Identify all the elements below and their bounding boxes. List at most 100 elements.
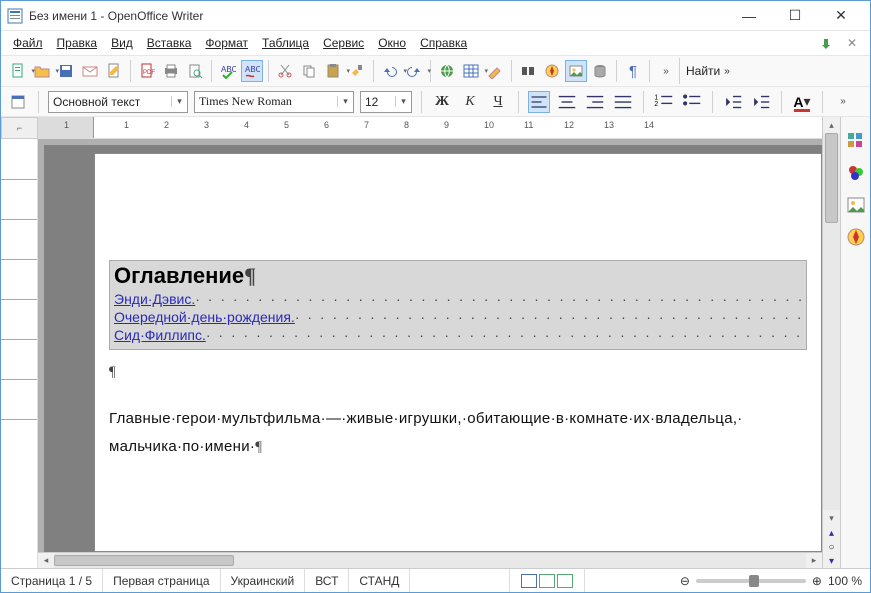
- datasources-icon[interactable]: [589, 60, 611, 82]
- menu-tools[interactable]: Сервис: [317, 34, 370, 52]
- cut-icon[interactable]: [274, 60, 296, 82]
- email-icon[interactable]: [79, 60, 101, 82]
- menu-table[interactable]: Таблица: [256, 34, 315, 52]
- zoom-slider[interactable]: [696, 579, 806, 583]
- vscroll-up-icon[interactable]: ▴: [823, 117, 840, 133]
- ruler-corner[interactable]: ⌐: [1, 117, 38, 139]
- sidebar-gallery-icon[interactable]: [846, 195, 866, 215]
- preview-icon[interactable]: [184, 60, 206, 82]
- spellcheck-icon[interactable]: ABC: [217, 60, 239, 82]
- autospell-icon[interactable]: ABC: [241, 60, 263, 82]
- align-justify-button[interactable]: [612, 91, 634, 113]
- zoom-value[interactable]: 100 %: [828, 574, 862, 588]
- format-overflow-icon[interactable]: »: [832, 91, 854, 113]
- document-page[interactable]: Оглавление¶ Энди·Дэвис. · · · · · · · · …: [94, 153, 822, 552]
- menubar: Файл Правка Вид Вставка Формат Таблица С…: [1, 31, 870, 55]
- styles-window-icon[interactable]: [7, 91, 29, 113]
- close-button[interactable]: ✕: [818, 1, 864, 31]
- hyperlink-icon[interactable]: [436, 60, 458, 82]
- font-size-combo[interactable]: 12 ▾: [360, 91, 412, 113]
- font-color-button[interactable]: A▾: [791, 91, 813, 113]
- export-pdf-icon[interactable]: PDF: [136, 60, 158, 82]
- status-selection-mode[interactable]: СТАНД: [349, 569, 410, 592]
- align-left-button[interactable]: [528, 91, 550, 113]
- toolbar-overflow-icon[interactable]: »: [655, 60, 677, 82]
- sidebar-styles-icon[interactable]: [846, 163, 866, 183]
- nav-target-icon[interactable]: ○: [823, 540, 840, 554]
- underline-button[interactable]: Ч: [487, 91, 509, 113]
- menu-edit[interactable]: Правка: [51, 34, 104, 52]
- format-paintbrush-icon[interactable]: [346, 60, 368, 82]
- navigator-icon[interactable]: [541, 60, 563, 82]
- document-area[interactable]: Оглавление¶ Энди·Дэвис. · · · · · · · · …: [38, 139, 822, 552]
- paste-icon[interactable]: ▾: [322, 60, 344, 82]
- italic-button[interactable]: К: [459, 91, 481, 113]
- svg-text:2: 2: [654, 101, 658, 108]
- hscroll-left-icon[interactable]: ◂: [38, 553, 54, 568]
- edit-doc-icon[interactable]: [103, 60, 125, 82]
- vertical-scrollbar[interactable]: ▴ ▾ ▴ ○ ▾: [822, 117, 840, 568]
- copy-icon[interactable]: [298, 60, 320, 82]
- font-name-value: Times New Roman: [195, 94, 296, 109]
- numbered-list-button[interactable]: 12: [653, 91, 675, 113]
- view-book-icon: [557, 574, 573, 588]
- bold-button[interactable]: Ж: [431, 91, 453, 113]
- align-center-button[interactable]: [556, 91, 578, 113]
- redo-icon[interactable]: ▾: [403, 60, 425, 82]
- toc-entry[interactable]: Сид·Филлипс. · · · · · · · · · · · · · ·…: [114, 327, 802, 343]
- minimize-button[interactable]: ―: [726, 1, 772, 31]
- sidebar: [840, 117, 870, 568]
- font-name-combo[interactable]: Times New Roman ▾: [194, 91, 354, 113]
- sidebar-properties-icon[interactable]: [846, 131, 866, 151]
- maximize-button[interactable]: ☐: [772, 1, 818, 31]
- status-insert-mode[interactable]: ВСТ: [305, 569, 349, 592]
- next-page-icon[interactable]: ▾: [823, 554, 840, 568]
- vscroll-down-icon[interactable]: ▾: [823, 510, 840, 526]
- align-right-button[interactable]: [584, 91, 606, 113]
- toc-entry[interactable]: Очередной·день·рождения. · · · · · · · ·…: [114, 309, 802, 325]
- window-title: Без имени 1 - OpenOffice Writer: [29, 9, 203, 23]
- sidebar-navigator-icon[interactable]: [846, 227, 866, 247]
- find-overflow-icon[interactable]: »: [724, 66, 730, 77]
- zoom-in-icon[interactable]: ⊕: [812, 574, 822, 588]
- prev-page-icon[interactable]: ▴: [823, 526, 840, 540]
- find-replace-icon[interactable]: [517, 60, 539, 82]
- status-page[interactable]: Страница 1 / 5: [1, 569, 103, 592]
- left-ruler-column: ⌐: [1, 117, 38, 568]
- toc-block: Оглавление¶ Энди·Дэвис. · · · · · · · · …: [109, 260, 807, 350]
- decrease-indent-button[interactable]: [722, 91, 744, 113]
- undo-icon[interactable]: ▾: [379, 60, 401, 82]
- paragraph-style-combo[interactable]: Основной текст ▾: [48, 91, 188, 113]
- menu-file[interactable]: Файл: [7, 34, 49, 52]
- zoom-out-icon[interactable]: ⊖: [680, 574, 690, 588]
- svg-text:ABC: ABC: [245, 65, 260, 74]
- vscroll-thumb[interactable]: [825, 133, 838, 223]
- new-doc-icon[interactable]: ▾: [7, 60, 29, 82]
- open-icon[interactable]: ▾: [31, 60, 53, 82]
- update-icon[interactable]: [818, 35, 834, 51]
- vertical-ruler[interactable]: [1, 139, 37, 568]
- toc-entry[interactable]: Энди·Дэвис. · · · · · · · · · · · · · · …: [114, 291, 802, 307]
- horizontal-ruler[interactable]: 1 1 2 3 4 5 6 7 8 9 10 11 12 13 14: [38, 117, 822, 139]
- hscroll-right-icon[interactable]: ▸: [806, 553, 822, 568]
- nonprinting-icon[interactable]: ¶: [622, 60, 644, 82]
- horizontal-scrollbar[interactable]: ◂ ▸: [38, 552, 822, 568]
- view-layout-buttons[interactable]: [510, 569, 585, 592]
- save-icon[interactable]: [55, 60, 77, 82]
- status-page-style[interactable]: Первая страница: [103, 569, 220, 592]
- bullet-list-button[interactable]: [681, 91, 703, 113]
- menu-view[interactable]: Вид: [105, 34, 139, 52]
- menu-help[interactable]: Справка: [414, 34, 473, 52]
- menu-window[interactable]: Окно: [372, 34, 412, 52]
- drawing-icon[interactable]: [484, 60, 506, 82]
- table-icon[interactable]: ▾: [460, 60, 482, 82]
- zoom-control[interactable]: ⊖ ⊕ 100 %: [672, 574, 870, 588]
- status-language[interactable]: Украинский: [221, 569, 306, 592]
- menu-format[interactable]: Формат: [199, 34, 254, 52]
- print-icon[interactable]: [160, 60, 182, 82]
- menu-insert[interactable]: Вставка: [141, 34, 198, 52]
- increase-indent-button[interactable]: [750, 91, 772, 113]
- hscroll-thumb[interactable]: [54, 555, 234, 566]
- gallery-icon[interactable]: [565, 60, 587, 82]
- close-doc-icon[interactable]: ✕: [844, 35, 860, 51]
